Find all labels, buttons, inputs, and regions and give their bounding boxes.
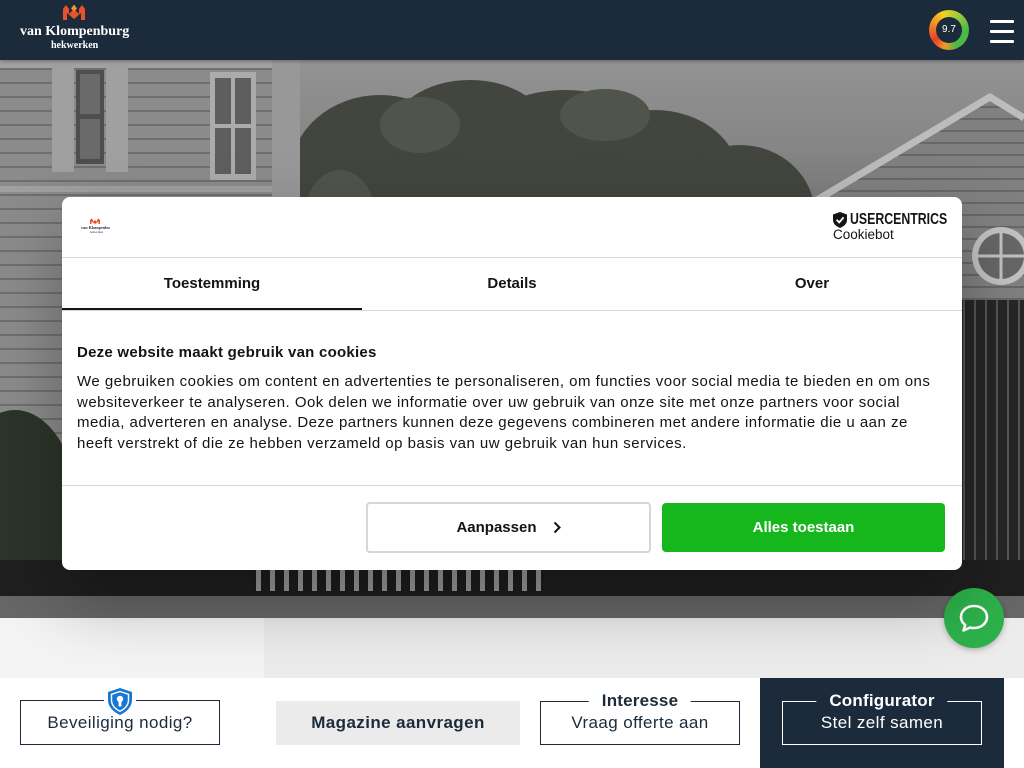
- hamburger-menu-icon: [990, 18, 1014, 43]
- logo-tagline: hekwerken: [51, 40, 99, 51]
- configurator-label: Stel zelf samen: [820, 713, 944, 732]
- tab-toestemming[interactable]: Toestemming: [62, 258, 362, 310]
- dialog-title: Deze website maakt gebruik van cookies: [77, 344, 377, 361]
- quote-tag: Interesse: [588, 691, 692, 711]
- dialog-site-logo: van Klompenburg hekwerken: [81, 218, 110, 234]
- rating-badge[interactable]: 9.7: [929, 10, 969, 50]
- configurator-tag: Configurator: [816, 691, 948, 711]
- site-logo[interactable]: van Klompenburg hekwerken: [18, 2, 134, 56]
- chat-bubble-icon: [959, 604, 989, 632]
- chat-button[interactable]: [944, 588, 1004, 648]
- usercentrics-shield-icon: [833, 212, 847, 228]
- site-header: van Klompenburg hekwerken 9.7: [0, 0, 1024, 60]
- allow-all-button[interactable]: Alles toestaan: [662, 503, 945, 552]
- menu-button[interactable]: [988, 16, 1016, 44]
- footer-divider: [62, 485, 962, 486]
- cookiebot-wordmark: Cookiebot: [833, 227, 894, 242]
- configurator-panel: Configurator Stel zelf samen: [760, 678, 1004, 768]
- dialog-logo-tagline: hekwerken: [90, 230, 104, 234]
- quote-button[interactable]: Interesse Vraag offerte aan: [540, 691, 740, 745]
- logo-name: van Klompenburg: [20, 24, 130, 39]
- dialog-body-text: We gebruiken cookies om content en adver…: [77, 373, 931, 452]
- cookie-consent-dialog: van Klompenburg hekwerken USERCENTRICS C…: [62, 197, 962, 570]
- shield-lock-icon: [104, 688, 136, 716]
- dialog-tabs: Toestemming Details Over: [62, 258, 962, 310]
- magazine-button[interactable]: Magazine aanvragen: [276, 701, 520, 745]
- chevron-right-icon: [553, 521, 561, 534]
- tab-over[interactable]: Over: [662, 258, 962, 310]
- cookiebot-logo: USERCENTRICS Cookiebot: [833, 210, 949, 243]
- tab-details[interactable]: Details: [362, 258, 662, 310]
- usercentrics-wordmark: USERCENTRICS: [850, 211, 948, 228]
- quote-label: Vraag offerte aan: [571, 713, 709, 732]
- content-band-right: [264, 618, 1024, 678]
- configurator-button[interactable]: Configurator Stel zelf samen: [782, 691, 982, 745]
- customize-button[interactable]: Aanpassen: [366, 502, 651, 553]
- fence-logo-icon: [63, 4, 85, 20]
- magazine-label: Magazine aanvragen: [311, 713, 485, 732]
- content-band-left: [0, 618, 264, 678]
- rating-score: 9.7: [936, 17, 962, 43]
- tabs-divider: [62, 310, 962, 311]
- bottom-action-bar: Beveiliging nodig? Magazine aanvragen In…: [0, 678, 1024, 768]
- customize-label: Aanpassen: [456, 519, 537, 536]
